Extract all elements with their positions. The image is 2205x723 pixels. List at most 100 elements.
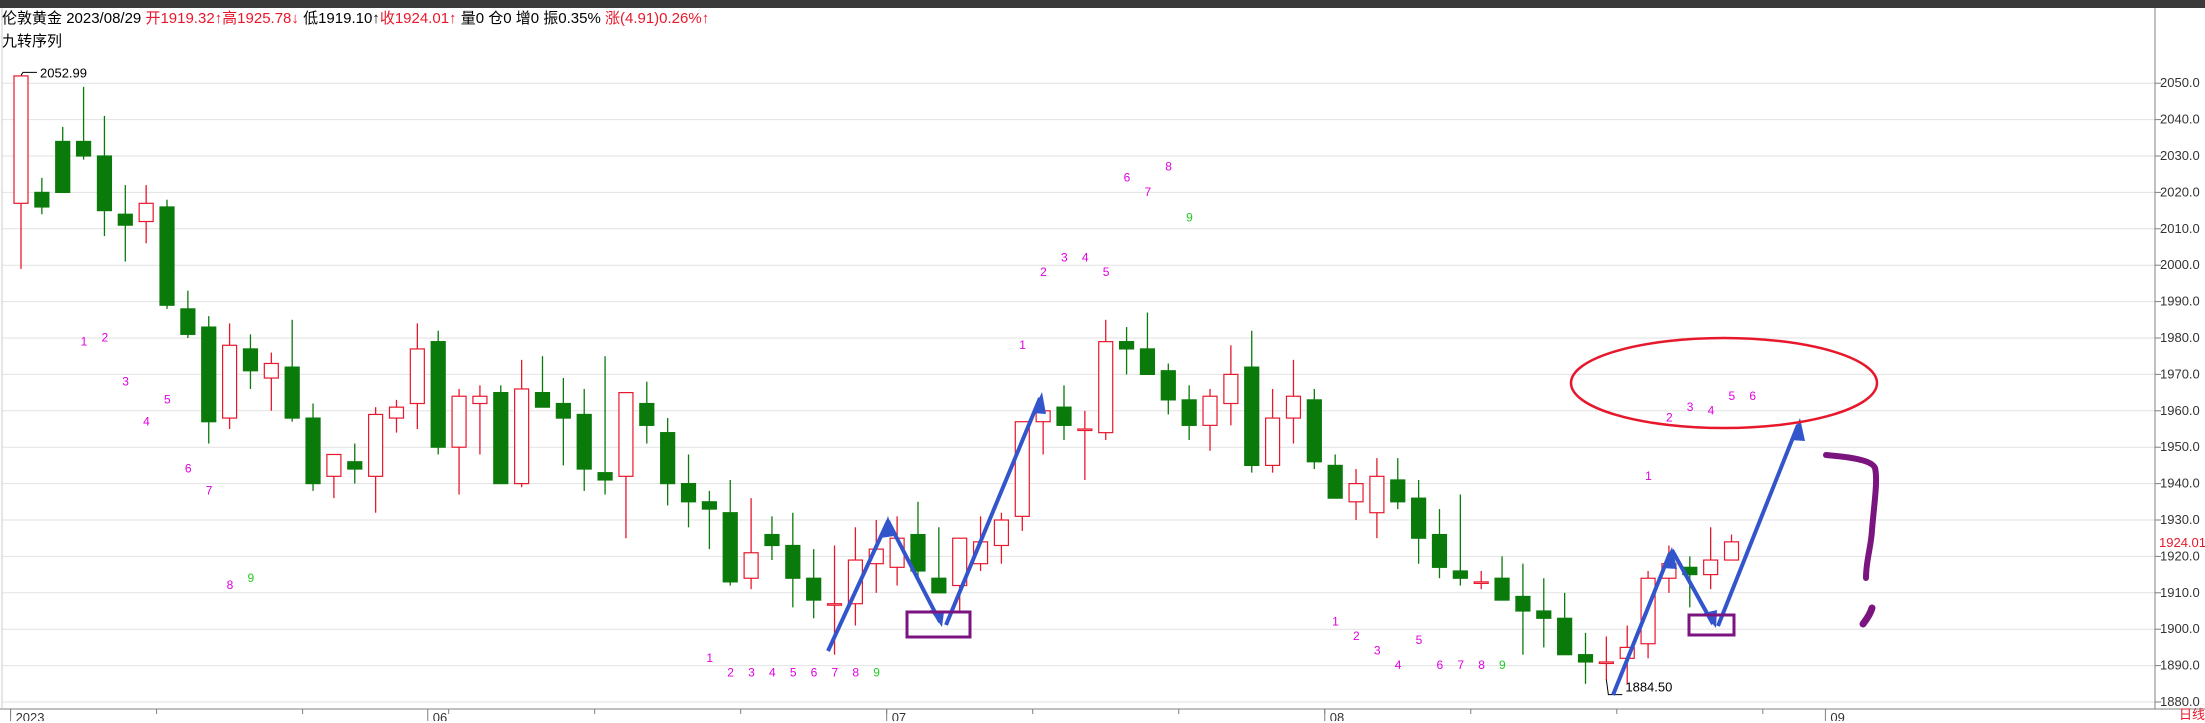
sequence-number: 4 — [1708, 403, 1715, 417]
candle-body — [806, 577, 822, 601]
x-tick-label: 07 — [892, 710, 906, 721]
sequence-number: 8 — [1478, 658, 1485, 672]
candle-body — [263, 362, 279, 379]
candle-body — [743, 552, 759, 579]
candle-body — [931, 577, 947, 594]
sequence-number: 4 — [769, 666, 776, 680]
candle-body — [1452, 570, 1468, 579]
sequence-number: 5 — [1103, 265, 1110, 279]
x-tick-label: 09 — [1830, 710, 1844, 721]
arrow-line — [826, 520, 890, 652]
candle-body — [1202, 395, 1218, 426]
candle-body — [222, 344, 238, 419]
candle-body — [701, 501, 717, 510]
sequence-number: 1 — [706, 651, 713, 665]
grid-lines — [2, 82, 2155, 703]
candle-body — [785, 544, 801, 579]
y-tick-label: 1910.0 — [2160, 585, 2200, 600]
candle-body — [409, 348, 425, 405]
candle-body — [430, 341, 446, 448]
sequence-number: 9 — [873, 666, 880, 680]
sequence-number: 5 — [164, 393, 171, 407]
sequence-number: 1 — [1332, 615, 1339, 629]
candle-body — [597, 472, 613, 481]
arrow-head — [1704, 610, 1717, 628]
candle-body — [75, 140, 92, 157]
candle-body — [1723, 541, 1740, 561]
sequence-number: 1 — [81, 334, 88, 348]
sequence-number: 7 — [832, 666, 839, 680]
candle-body — [1056, 406, 1072, 426]
sequence-number: 9 — [247, 571, 254, 585]
candle-body — [1494, 577, 1510, 601]
y-tick-label: 2000.0 — [2160, 257, 2200, 272]
sequence-number: 4 — [143, 414, 150, 428]
sequence-number: 4 — [1395, 658, 1402, 672]
candle-body — [493, 392, 509, 485]
candle-body — [55, 140, 71, 194]
last-price-label: 1924.01 — [2159, 535, 2205, 550]
y-tick-label: 2030.0 — [2160, 148, 2200, 163]
candle-body — [1118, 341, 1135, 350]
candle-body — [555, 402, 571, 419]
sequence-number: 7 — [1457, 658, 1464, 672]
sequence-number: 6 — [1124, 170, 1131, 184]
candle-body — [1077, 428, 1093, 432]
candle-body — [305, 417, 321, 485]
x-tick-label: 2023 — [16, 710, 45, 721]
candle-body — [1598, 661, 1614, 665]
sequence-number: 3 — [1374, 644, 1381, 658]
sequence-marks: 1 2345678912 3 4 5 6 7 8 9123 456789123456 7 8 9123 4… — [81, 160, 1757, 680]
candle-body — [326, 453, 342, 477]
x-tick-label: 06 — [433, 710, 447, 721]
y-tick-label: 1990.0 — [2160, 294, 2200, 309]
candle-body — [534, 392, 551, 408]
y-tick-label: 1980.0 — [2160, 330, 2200, 345]
period-label: 日线 — [2178, 707, 2205, 722]
y-tick-label: 1920.0 — [2160, 548, 2200, 563]
candle-body — [1244, 366, 1260, 466]
max-price-label: 2052.99 — [40, 65, 87, 80]
sequence-number: 2 — [1040, 265, 1047, 279]
y-tick-label: 1970.0 — [2160, 366, 2200, 381]
y-tick-label: 1940.0 — [2160, 476, 2200, 491]
candle-body — [1411, 497, 1427, 539]
candle-body — [1181, 399, 1197, 426]
sequence-number: 2 — [101, 331, 108, 345]
sequence-number: 7 — [206, 484, 213, 498]
candle-body — [576, 413, 592, 470]
sequence-number: 2 — [1353, 629, 1360, 643]
sequence-number: 3 — [1061, 251, 1068, 265]
candle-body — [1306, 399, 1322, 463]
candle-body — [1139, 348, 1156, 376]
max-pointer — [20, 71, 37, 76]
candlestick-chart[interactable]: 1 2345678912 3 4 5 6 7 8 9123 456789123456 7 8 9123 4… — [0, 0, 2205, 721]
candle-body — [1431, 533, 1448, 568]
arrow-head — [1032, 392, 1046, 414]
sequence-number: 8 — [1165, 160, 1172, 174]
y-tick-label: 1930.0 — [2160, 512, 2200, 527]
sequence-number: 6 — [1749, 389, 1756, 403]
sequence-number: 3 — [1687, 400, 1694, 414]
candle-body — [1160, 370, 1176, 401]
sequence-number: 8 — [227, 578, 234, 592]
purple-scribble — [1859, 604, 1876, 628]
sequence-number: 5 — [790, 666, 797, 680]
sequence-number: 1 — [1645, 469, 1652, 483]
sequence-number: 2 — [727, 666, 734, 680]
candle-body — [451, 395, 467, 448]
candle-body — [1369, 475, 1385, 514]
x-tick-label: 08 — [1330, 710, 1344, 721]
candle-body — [1390, 479, 1406, 503]
candle-body — [1703, 559, 1719, 576]
y-tick-label: 1950.0 — [2160, 439, 2200, 454]
y-tick-label: 2010.0 — [2160, 221, 2200, 236]
candle-body — [368, 413, 384, 477]
candle-body — [347, 461, 363, 470]
candle-body — [722, 512, 738, 583]
sequence-number: 6 — [1436, 658, 1443, 672]
candle-body — [660, 432, 676, 485]
target-ellipse — [1569, 336, 1879, 430]
candle-body — [826, 603, 843, 606]
arrow-line — [1611, 552, 1672, 696]
